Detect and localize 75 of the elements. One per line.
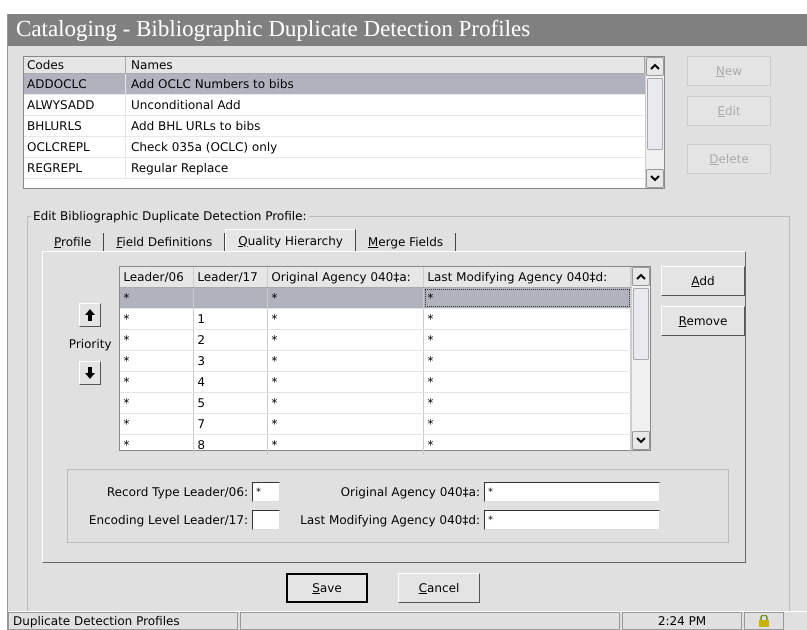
table-cell: *: [120, 330, 194, 350]
grid-row[interactable]: * 8 * *: [120, 435, 631, 456]
grid-button[interactable]: Remove: [661, 306, 745, 336]
table-cell: *: [120, 351, 194, 371]
input-field[interactable]: [252, 510, 280, 530]
scroll-down-icon[interactable]: [646, 169, 664, 188]
field-label: Original Agency 040‡a:: [340, 485, 480, 499]
input-field[interactable]: *: [484, 482, 660, 502]
table-cell: *: [268, 393, 424, 413]
dialog-button[interactable]: Cancel: [398, 573, 480, 603]
profile-row[interactable]: REGREPL Regular Replace: [24, 158, 645, 179]
input-field[interactable]: *: [484, 510, 660, 530]
table-cell: 7: [194, 414, 268, 434]
scroll-up-icon[interactable]: [646, 57, 664, 76]
window-title: Cataloging - Bibliographic Duplicate Detection Profiles: [8, 14, 807, 46]
status-text: Duplicate Detection Profiles: [8, 612, 238, 630]
name-cell-text: Unconditional Add: [130, 98, 242, 112]
input-field[interactable]: *: [252, 482, 280, 502]
table-cell: *: [268, 435, 424, 455]
column-header[interactable]: Leader/06: [120, 267, 194, 287]
name-cell-text: Regular Replace: [130, 161, 230, 175]
profile-row[interactable]: BHLURLS Add BHL URLs to bibs: [24, 116, 645, 137]
field-label: Last Modifying Agency 040‡d:: [299, 513, 480, 527]
grid-row[interactable]: * 5 * *: [120, 393, 631, 414]
grid-row[interactable]: * 7 * *: [120, 414, 631, 435]
table-cell: 5: [194, 393, 268, 413]
table-cell: 1: [194, 309, 268, 329]
table-cell: *: [268, 288, 424, 308]
table-cell: *: [268, 330, 424, 350]
grid-row[interactable]: * 3 * *: [120, 351, 631, 372]
column-header[interactable]: Leader/17: [194, 267, 268, 287]
code-cell: OCLCREPL: [24, 137, 126, 157]
dialog-button[interactable]: Save: [286, 573, 368, 603]
profile-row[interactable]: ADDOCLC Add OCLC Numbers to bibs: [24, 74, 645, 95]
table-cell: *: [268, 372, 424, 392]
scroll-down-icon[interactable]: [632, 431, 650, 450]
scrollbar[interactable]: [631, 267, 650, 450]
grid-button[interactable]: Add: [661, 266, 745, 296]
grid-row[interactable]: * 2 * *: [120, 330, 631, 351]
table-cell: 2: [194, 330, 268, 350]
field-label: Record Type Leader/06:: [106, 485, 248, 499]
group-title: Edit Bibliographic Duplicate Detection Profile:: [31, 209, 309, 223]
code-cell: ADDOCLC: [24, 74, 126, 94]
table-cell: *: [120, 435, 194, 455]
grid-row[interactable]: * 1 * *: [120, 309, 631, 330]
name-cell-text: Add OCLC Numbers to bibs: [130, 77, 295, 91]
scrollbar[interactable]: [645, 57, 664, 188]
table-cell: 4: [194, 372, 268, 392]
table-cell: 3: [194, 351, 268, 371]
table-cell: *: [268, 351, 424, 371]
table-cell: 8: [194, 435, 268, 455]
table-cell: *: [120, 309, 194, 329]
profile-row[interactable]: OCLCREPL Check 035a (OCLC) only: [24, 137, 645, 158]
column-header[interactable]: Original Agency 040‡a:: [268, 267, 424, 287]
grid-row[interactable]: * 4 * *: [120, 372, 631, 393]
code-cell: ALWYSADD: [24, 95, 126, 115]
table-cell: *: [268, 414, 424, 434]
scroll-up-icon[interactable]: [632, 267, 650, 286]
name-cell-text: Add BHL URLs to bibs: [130, 119, 262, 133]
table-cell: *: [120, 393, 194, 413]
table-cell: *: [120, 414, 194, 434]
table-cell: *: [268, 309, 424, 329]
priority-label: Priority: [68, 337, 112, 351]
code-cell: BHLURLS: [24, 116, 126, 136]
code-cell: REGREPL: [24, 158, 126, 178]
tab[interactable]: Quality Hierarchy: [225, 229, 356, 251]
column-header[interactable]: Codes: [24, 57, 126, 73]
profile-row[interactable]: ALWYSADD Unconditional Add: [24, 95, 645, 116]
status-time: 2:24 PM: [622, 612, 742, 630]
name-cell-text: Check 035a (OCLC) only: [130, 140, 278, 154]
table-cell: *: [120, 372, 194, 392]
grid-row[interactable]: * * *: [120, 288, 631, 309]
table-cell: *: [120, 288, 194, 308]
field-label: Encoding Level Leader/17:: [88, 513, 248, 527]
table-cell: *: [424, 288, 631, 308]
